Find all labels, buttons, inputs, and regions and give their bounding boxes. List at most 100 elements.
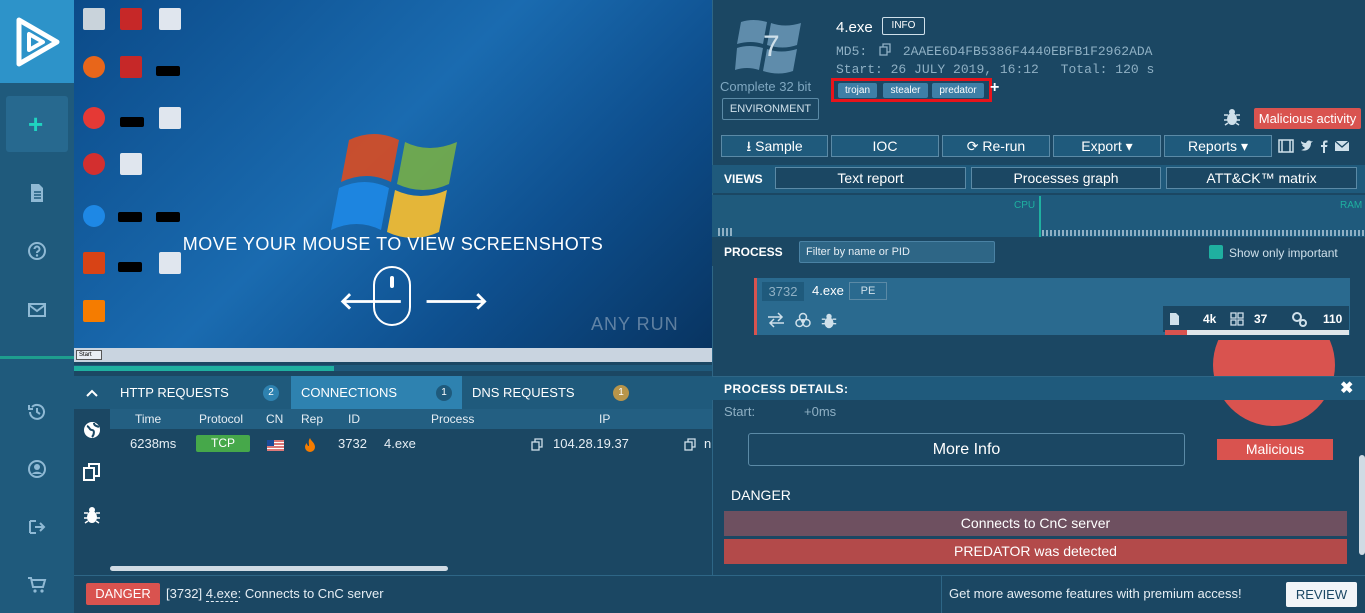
table-row[interactable]: 6238ms TCP 3732 4.exe 104.28.19.37 n [110,432,712,456]
process-type-badge: PE [849,282,887,300]
graph-separator [1039,196,1041,237]
tab-connections[interactable]: CONNECTIONS 1 [291,376,462,409]
document-icon [31,184,43,202]
envelope-icon [28,303,46,317]
tab-http-requests[interactable]: HTTP REQUESTS 2 [110,376,290,409]
bug-icon[interactable] [82,505,102,525]
protocol-badge: TCP [196,435,250,452]
bottom-exe-link[interactable]: 4.exe [205,586,238,602]
globe-icon[interactable] [82,420,102,440]
ioc-button[interactable]: IOC [831,135,939,157]
os-label: Complete 32 bit [720,79,812,94]
plus-icon: + [28,109,44,139]
tag-predator[interactable]: predator [932,83,984,98]
sample-button[interactable]: ⭳ Sample [721,135,828,157]
task-filename: 4.exe [836,19,873,36]
process-threat-bar-fill [1165,330,1187,335]
copy-icon[interactable] [531,438,543,451]
vertical-scrollbar[interactable] [1359,455,1365,555]
film-icon[interactable] [1278,139,1294,153]
review-button[interactable]: REVIEW [1286,582,1357,607]
tab-count-badge: 1 [613,385,629,401]
os-version: 7 [763,30,780,63]
copy-icon[interactable] [879,43,891,56]
twitter-icon[interactable] [1300,139,1314,153]
rerun-button[interactable]: ⟳ Re-run [942,135,1050,157]
horizontal-scrollbar[interactable] [110,566,448,571]
process-filter-input[interactable]: Filter by name or PID [799,241,995,263]
copy-icon[interactable] [684,438,696,451]
show-only-important-checkbox[interactable]: Show only important [1209,245,1338,260]
tab-dns-requests[interactable]: DNS REQUESTS 1 [462,376,638,409]
history-nav-button[interactable] [0,389,74,435]
question-icon [28,242,46,260]
processes-graph-button[interactable]: Processes graph [971,167,1161,189]
vm-screenshot-viewer[interactable]: MOVE YOUR MOUSE TO VIEW SCREENSHOTS 🡐 🡒 … [74,0,712,362]
attck-matrix-button[interactable]: ATT&CK™ matrix [1166,167,1357,189]
tag-trojan[interactable]: trojan [838,83,877,98]
reports-nav-button[interactable] [0,170,74,216]
tab-label: DNS REQUESTS [472,385,575,400]
cart-nav-button[interactable] [0,562,74,608]
vlc-icon [83,300,105,322]
cpu-label: CPU [1014,200,1036,211]
process-name: 4.exe [812,283,844,298]
danger-item[interactable]: PREDATOR was detected [724,539,1347,564]
start-label: Start: [836,62,883,77]
close-icon[interactable]: ✖ [1340,378,1353,398]
filezilla-icon [120,56,142,78]
start-value: 26 JULY 2019, 16:12 [890,62,1039,77]
text-report-button[interactable]: Text report [775,167,966,189]
contact-nav-button[interactable] [0,287,74,333]
collapse-button[interactable] [74,376,110,409]
more-info-button[interactable]: More Info [748,433,1185,466]
history-icon [28,403,45,420]
export-button[interactable]: Export ▾ [1053,135,1161,157]
mouse-icon [373,266,411,326]
add-tag-button[interactable]: + [990,79,999,97]
nav-separator [0,356,74,359]
anyrun-logo[interactable] [0,0,74,83]
col-time: Time [135,412,162,426]
redacted-icon [118,262,142,272]
verdict-badge: Malicious activity [1254,108,1361,129]
fire-icon [305,438,315,452]
environment-button[interactable]: ENVIRONMENT [722,98,819,120]
facebook-icon[interactable] [1320,139,1328,153]
profile-nav-button[interactable] [0,446,74,492]
download-icon: ⭳ [746,138,752,154]
redacted-icon [156,66,180,76]
ram-label: RAM [1340,200,1363,211]
col-protocol: Protocol [199,412,244,426]
reports-button[interactable]: Reports ▾ [1164,135,1272,157]
cell-process: 4.exe [384,436,416,451]
next-screenshot-arrow[interactable]: 🡒 [424,286,488,316]
caret-down-icon: ▾ [1125,138,1133,154]
skype-icon [83,205,105,227]
details-start-value: +0ms [804,404,837,419]
email-share-icon[interactable] [1334,140,1350,152]
info-button[interactable]: INFO [882,17,925,35]
connections-table-header: Time Protocol CN Rep ID Process IP [110,409,712,429]
help-nav-button[interactable] [0,228,74,274]
bottom-message[interactable]: [3732] 4.exe: Connects to CnC server [166,586,384,602]
windows-logo-icon [331,134,457,238]
file-icon [159,107,181,129]
details-start-label: Start: [724,404,756,419]
file-icon [120,153,142,175]
col-cn: CN [266,412,284,426]
danger-section-label: DANGER [731,487,791,503]
danger-badge: DANGER [86,583,160,605]
logout-nav-button[interactable] [0,504,74,550]
cell-time: 6238ms [130,436,177,451]
user-icon [28,460,46,478]
danger-item[interactable]: Connects to CnC server [724,511,1347,536]
start-line: Start: 26 JULY 2019, 16:12 Total: 120 s [836,62,1154,77]
bug-icon [821,313,837,329]
copy-files-icon[interactable] [82,462,102,482]
new-task-button[interactable]: + [6,96,68,152]
file-icon [159,8,181,30]
md5-line: MD5: 2AAEE6D4FB5386F4440EBFB1F2962ADA [836,43,1152,59]
tag-stealer[interactable]: stealer [883,83,928,98]
screenshot-timeline-progress [74,366,334,371]
